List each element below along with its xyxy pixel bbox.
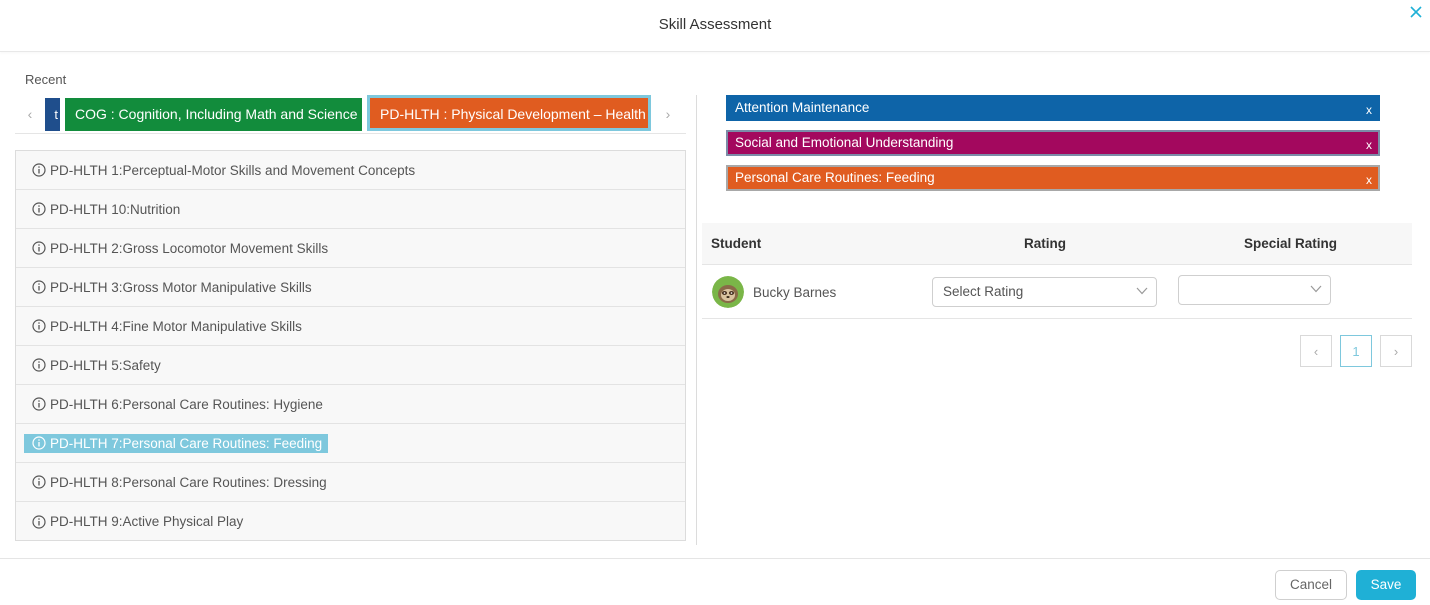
chevron-down-icon [1310, 285, 1322, 293]
avatar [712, 276, 744, 308]
table-header-row: Student Rating Special Rating [702, 223, 1412, 265]
list-item[interactable]: PD-HLTH 9:Active Physical Play [16, 502, 685, 541]
student-name: Bucky Barnes [753, 285, 837, 300]
cancel-button[interactable]: Cancel [1275, 570, 1347, 600]
skill-label: PD-HLTH 1:Perceptual-Motor Skills and Mo… [50, 162, 416, 178]
skill-list: PD-HLTH 1:Perceptual-Motor Skills and Mo… [15, 150, 686, 541]
pagination-next-button[interactable]: › [1380, 335, 1412, 367]
skill-label: PD-HLTH 8:Personal Care Routines: Dressi… [50, 474, 327, 490]
panel-divider [696, 95, 697, 545]
selected-skill-chip: Personal Care Routines: Feeding x [726, 165, 1380, 191]
remove-chip-icon[interactable]: x [1366, 173, 1372, 187]
info-icon [32, 436, 46, 450]
list-item[interactable]: PD-HLTH 1:Perceptual-Motor Skills and Mo… [16, 151, 685, 190]
list-item[interactable]: PD-HLTH 2:Gross Locomotor Movement Skill… [16, 229, 685, 268]
info-icon [32, 514, 46, 529]
close-icon[interactable] [1408, 4, 1424, 20]
selected-skill-chip: Attention Maintenance x [726, 95, 1380, 121]
special-rating-select[interactable] [1178, 275, 1331, 305]
remove-chip-icon[interactable]: x [1366, 103, 1372, 117]
tab-pd-hlth[interactable]: PD-HLTH : Physical Development – Health [367, 95, 651, 131]
list-item[interactable]: PD-HLTH 8:Personal Care Routines: Dressi… [16, 463, 685, 502]
chip-label: Attention Maintenance [735, 100, 870, 115]
skill-label: PD-HLTH 7:Personal Care Routines: Feedin… [50, 435, 323, 451]
selected-skill-chip: Social and Emotional Understanding x [726, 130, 1380, 156]
tab-scroll-left-icon[interactable]: ‹ [15, 95, 45, 133]
column-header-special-rating: Special Rating [1244, 236, 1338, 251]
rating-select-placeholder: Select Rating [943, 284, 1024, 299]
skill-label: PD-HLTH 5:Safety [50, 357, 161, 373]
modal-header: Skill Assessment [0, 0, 1430, 52]
rating-select[interactable]: Select Rating [932, 277, 1157, 307]
list-item[interactable]: PD-HLTH 3:Gross Motor Manipulative Skill… [16, 268, 685, 307]
list-item[interactable]: PD-HLTH 5:Safety [16, 346, 685, 385]
column-header-rating: Rating [1024, 236, 1066, 251]
recent-label: Recent [25, 72, 67, 87]
remove-chip-icon[interactable]: x [1366, 138, 1372, 152]
tab-cog[interactable]: COG : Cognition, Including Math and Scie… [65, 98, 362, 131]
table-row: Bucky Barnes Select Rating [702, 265, 1412, 319]
skill-label: PD-HLTH 2:Gross Locomotor Movement Skill… [50, 240, 329, 256]
list-item[interactable]: PD-HLTH 10:Nutrition [16, 190, 685, 229]
list-item[interactable]: PD-HLTH 4:Fine Motor Manipulative Skills [16, 307, 685, 346]
skill-label: PD-HLTH 3:Gross Motor Manipulative Skill… [50, 279, 312, 295]
info-icon [32, 397, 46, 411]
chip-label: Social and Emotional Understanding [735, 135, 954, 150]
save-button[interactable]: Save [1356, 570, 1416, 600]
skill-label: PD-HLTH 10:Nutrition [50, 201, 181, 217]
skill-label: PD-HLTH 4:Fine Motor Manipulative Skills [50, 318, 302, 334]
tab-partial[interactable]: t [45, 98, 60, 131]
selected-highlight: PD-HLTH 7:Personal Care Routines: Feedin… [24, 433, 329, 453]
info-icon [32, 475, 46, 489]
modal-title: Skill Assessment [658, 16, 772, 33]
info-icon [32, 202, 46, 216]
pagination-page-1[interactable]: 1 [1340, 335, 1372, 367]
column-header-student: Student [711, 236, 762, 251]
pagination-prev-button[interactable]: ‹ [1300, 335, 1332, 367]
list-item[interactable]: PD-HLTH 6:Personal Care Routines: Hygien… [16, 385, 685, 424]
student-rating-table: Student Rating Special Rating Bucky Barn… [702, 223, 1412, 319]
info-icon [32, 241, 46, 255]
list-item-selected[interactable]: PD-HLTH 7:Personal Care Routines: Feedin… [16, 424, 685, 463]
skill-label: PD-HLTH 9:Active Physical Play [50, 514, 244, 529]
chip-label: Personal Care Routines: Feeding [735, 170, 935, 185]
domain-tab-strip: ‹ t COG : Cognition, Including Math and … [15, 95, 686, 134]
skill-label: PD-HLTH 6:Personal Care Routines: Hygien… [50, 396, 323, 412]
chevron-down-icon [1136, 287, 1148, 295]
info-icon [32, 163, 46, 177]
info-icon [32, 280, 46, 294]
modal-footer [0, 558, 1430, 605]
tab-scroll-right-icon[interactable]: › [653, 95, 683, 133]
info-icon [32, 319, 46, 333]
info-icon [32, 358, 46, 372]
